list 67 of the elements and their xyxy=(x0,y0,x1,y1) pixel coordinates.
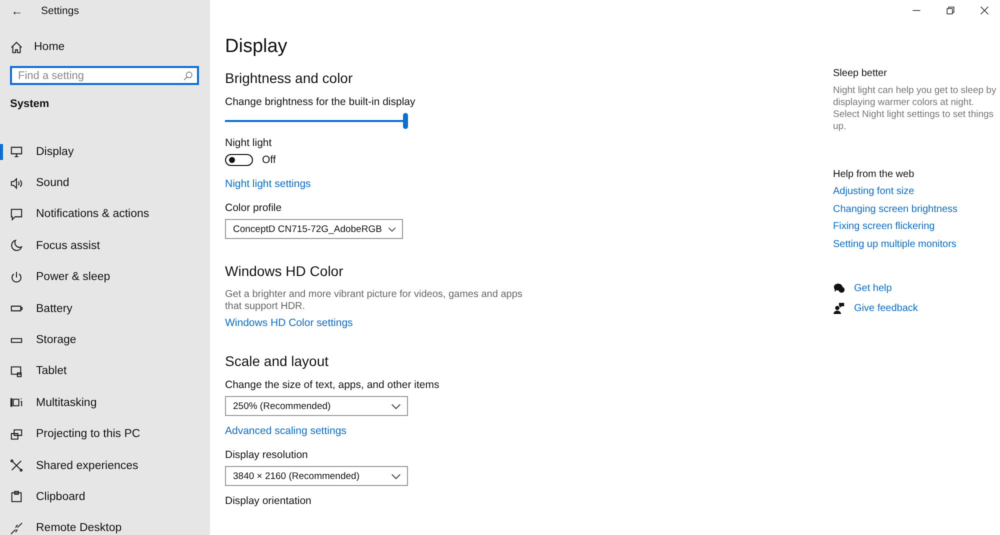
sidebar-item[interactable]: Sound xyxy=(0,167,210,199)
sidebar-item[interactable]: Clipboard xyxy=(0,481,210,513)
search-icon xyxy=(183,70,193,80)
sidebar-item[interactable]: Focus assist xyxy=(0,230,210,262)
setting-label: Display orientation xyxy=(225,495,312,507)
monitor-icon xyxy=(10,145,23,158)
moon-icon xyxy=(10,239,23,252)
settings-link[interactable]: Night light settings xyxy=(225,178,311,190)
connection-icon xyxy=(10,522,23,535)
settings-link[interactable]: Advanced scaling settings xyxy=(225,425,346,437)
tip-title: Sleep better xyxy=(833,68,888,79)
section-heading: System xyxy=(10,98,50,112)
chevron-icon xyxy=(388,226,396,232)
window-title: Settings xyxy=(41,5,79,17)
action-link[interactable]: Give feedback xyxy=(854,302,918,314)
speaker-icon xyxy=(10,176,23,190)
tip-text: Night light can help you get to sleep by displaying warmer colors at night. Select Night light settings to set things up. xyxy=(833,85,998,133)
network-icon xyxy=(10,459,23,472)
toggle-state: Off xyxy=(262,154,276,166)
help-link[interactable]: Adjusting font size xyxy=(833,186,914,197)
sidebar-item[interactable]: Battery xyxy=(0,292,210,324)
close-icon[interactable] xyxy=(980,6,989,15)
screens-icon xyxy=(10,428,23,441)
sidebar-item[interactable]: Multitasking xyxy=(0,387,210,419)
slider-label: Change brightness for the built-in display xyxy=(225,96,416,108)
power-icon xyxy=(10,270,23,284)
dropdown[interactable]: 3840 × 2160 (Recommended) xyxy=(225,466,408,486)
sidebar-item[interactable]: Shared experiences xyxy=(0,450,210,482)
speech-bubble-icon xyxy=(10,208,23,221)
back-button[interactable]: ← xyxy=(11,4,41,18)
person-icon xyxy=(833,302,845,314)
sidebar-item[interactable]: Notifications & actions xyxy=(0,198,210,230)
home-icon xyxy=(10,40,23,54)
help-link[interactable]: Fixing screen flickering xyxy=(833,221,935,232)
search-field[interactable]: Find a setting xyxy=(10,66,199,85)
description-text: Get a brighter and more vibrant picture for videos, games and apps that support HDR. xyxy=(225,289,524,313)
windows-icon xyxy=(10,396,23,410)
toggle-switch[interactable] xyxy=(225,154,253,166)
action-link[interactable]: Get help xyxy=(854,282,892,294)
settings-link[interactable]: Windows HD Color settings xyxy=(225,317,353,329)
tablet-icon xyxy=(10,364,23,378)
toggle-label: Night light xyxy=(225,137,273,149)
help-link[interactable]: Changing screen brightness xyxy=(833,204,958,214)
sidebar-item[interactable]: Display xyxy=(0,136,210,168)
section-heading: Brightness and color xyxy=(225,70,354,86)
dropdown-label: Color profile xyxy=(225,202,283,214)
sidebar-item[interactable]: Power & sleep xyxy=(0,262,210,293)
clipboard-icon xyxy=(10,490,23,504)
section-heading: Scale and layout xyxy=(225,353,330,369)
brightness-slider[interactable] xyxy=(225,113,409,129)
dropdown[interactable]: 250% (Recommended) xyxy=(225,396,408,416)
dropdown-label: Change the size of text, apps, and other items xyxy=(225,379,440,391)
dropdown[interactable]: ConceptD CN715-72G_AdobeRGB xyxy=(225,219,403,239)
chat-icon xyxy=(833,282,845,294)
sidebar-item[interactable]: Storage xyxy=(0,324,210,356)
dropdown-label: Display resolution xyxy=(225,449,309,461)
chevron-icon xyxy=(391,472,401,480)
section-heading: Windows HD Color xyxy=(225,263,344,279)
sidebar-item[interactable]: Tablet xyxy=(0,356,210,388)
sidebar-item[interactable]: Remote Desktop xyxy=(0,512,210,535)
help-title: Help from the web xyxy=(833,169,916,180)
page-title: Display xyxy=(225,36,288,59)
restore-icon[interactable] xyxy=(946,6,955,15)
sidebar-item[interactable]: Projecting to this PC xyxy=(0,418,210,450)
chevron-icon xyxy=(391,402,401,410)
help-link[interactable]: Setting up multiple monitors xyxy=(833,238,956,250)
home-item[interactable]: Home xyxy=(10,37,210,57)
